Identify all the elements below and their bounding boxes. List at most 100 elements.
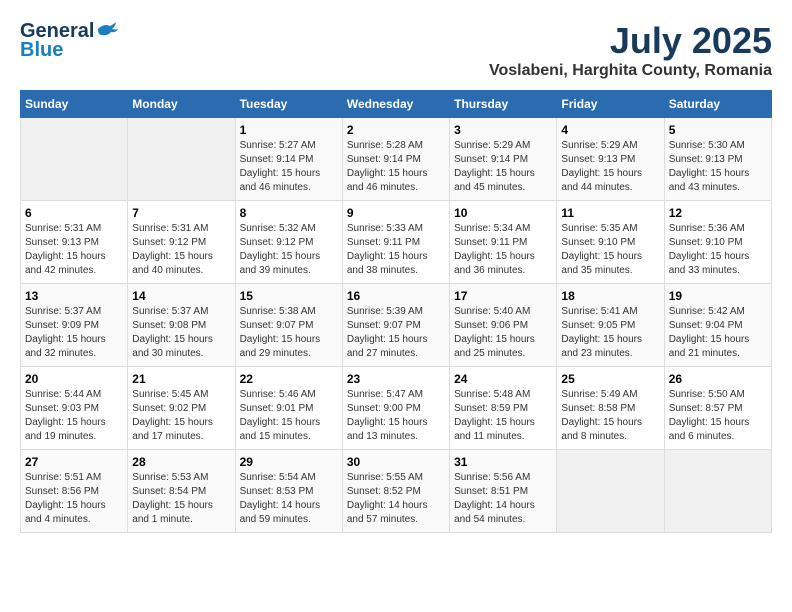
day-number: 30 — [347, 455, 445, 469]
calendar-day-cell: 1 Sunrise: 5:27 AMSunset: 9:14 PMDaylight… — [235, 118, 342, 201]
day-number: 3 — [454, 123, 552, 137]
calendar-day-cell: 11 Sunrise: 5:35 AMSunset: 9:10 PMDayligh… — [557, 201, 664, 284]
day-info: Sunrise: 5:54 AMSunset: 8:53 PMDaylight:… — [240, 471, 338, 527]
day-number: 4 — [561, 123, 659, 137]
day-info: Sunrise: 5:38 AMSunset: 9:07 PMDaylight:… — [240, 305, 338, 361]
day-number: 15 — [240, 289, 338, 303]
day-number: 7 — [132, 206, 230, 220]
calendar-day-cell: 19Sunrise: 5:42 AMSunset: 9:04 PMDayligh… — [664, 284, 771, 367]
calendar-table: SundayMondayTuesdayWednesdayThursdayFrid… — [20, 90, 772, 533]
calendar-day-cell: 10Sunrise: 5:34 AMSunset: 9:11 PMDayligh… — [450, 201, 557, 284]
calendar-day-cell: 26 Sunrise: 5:50 AMSunset: 8:57 PMDayligh… — [664, 367, 771, 450]
calendar-day-cell — [664, 450, 771, 533]
calendar-week-row: 1 Sunrise: 5:27 AMSunset: 9:14 PMDaylight… — [21, 118, 772, 201]
day-number: 31 — [454, 455, 552, 469]
day-number: 14 — [132, 289, 230, 303]
logo-blue-text: Blue — [20, 39, 63, 62]
day-number: 21 — [132, 372, 230, 386]
day-number: 2 — [347, 123, 445, 137]
weekday-header-cell: Sunday — [21, 91, 128, 118]
day-info: Sunrise: 5:35 AMSunset: 9:10 PMDaylight:… — [561, 222, 659, 278]
day-info: Sunrise: 5:37 AMSunset: 9:08 PMDaylight:… — [132, 305, 230, 361]
calendar-day-cell: 2 Sunrise: 5:28 AMSunset: 9:14 PMDaylight… — [342, 118, 449, 201]
day-number: 24 — [454, 372, 552, 386]
day-info: Sunrise: 5:51 AMSunset: 8:56 PMDaylight:… — [25, 471, 123, 527]
day-number: 9 — [347, 206, 445, 220]
day-info: Sunrise: 5:27 AMSunset: 9:14 PMDaylight:… — [240, 139, 338, 195]
day-info: Sunrise: 5:28 AMSunset: 9:14 PMDaylight:… — [347, 139, 445, 195]
calendar-day-cell: 30 Sunrise: 5:55 AMSunset: 8:52 PMDayligh… — [342, 450, 449, 533]
day-number: 23 — [347, 372, 445, 386]
day-number: 20 — [25, 372, 123, 386]
calendar-day-cell: 17 Sunrise: 5:40 AMSunset: 9:06 PMDayligh… — [450, 284, 557, 367]
calendar-day-cell: 20 Sunrise: 5:44 AMSunset: 9:03 PMDayligh… — [21, 367, 128, 450]
calendar-week-row: 20 Sunrise: 5:44 AMSunset: 9:03 PMDayligh… — [21, 367, 772, 450]
day-info: Sunrise: 5:39 AMSunset: 9:07 PMDaylight:… — [347, 305, 445, 361]
day-info: Sunrise: 5:33 AMSunset: 9:11 PMDaylight:… — [347, 222, 445, 278]
day-info: Sunrise: 5:44 AMSunset: 9:03 PMDaylight:… — [25, 388, 123, 444]
day-number: 10 — [454, 206, 552, 220]
weekday-header-row: SundayMondayTuesdayWednesdayThursdayFrid… — [21, 91, 772, 118]
day-info: Sunrise: 5:45 AMSunset: 9:02 PMDaylight:… — [132, 388, 230, 444]
calendar-day-cell: 18Sunrise: 5:41 AMSunset: 9:05 PMDayligh… — [557, 284, 664, 367]
calendar-week-row: 27Sunrise: 5:51 AMSunset: 8:56 PMDayligh… — [21, 450, 772, 533]
calendar-day-cell — [557, 450, 664, 533]
logo: General Blue — [20, 20, 118, 62]
calendar-day-cell: 7Sunrise: 5:31 AMSunset: 9:12 PMDaylight… — [128, 201, 235, 284]
logo-bird-icon — [96, 21, 118, 39]
calendar-day-cell: 8 Sunrise: 5:32 AMSunset: 9:12 PMDaylight… — [235, 201, 342, 284]
calendar-body: 1 Sunrise: 5:27 AMSunset: 9:14 PMDaylight… — [21, 118, 772, 533]
day-info: Sunrise: 5:30 AMSunset: 9:13 PMDaylight:… — [669, 139, 767, 195]
day-number: 29 — [240, 455, 338, 469]
header: General Blue July 2025 Voslabeni, Harghi… — [20, 20, 772, 80]
calendar-week-row: 6Sunrise: 5:31 AMSunset: 9:13 PMDaylight… — [21, 201, 772, 284]
day-number: 13 — [25, 289, 123, 303]
calendar-day-cell: 3 Sunrise: 5:29 AMSunset: 9:14 PMDaylight… — [450, 118, 557, 201]
day-number: 22 — [240, 372, 338, 386]
day-info: Sunrise: 5:47 AMSunset: 9:00 PMDaylight:… — [347, 388, 445, 444]
calendar-day-cell: 12Sunrise: 5:36 AMSunset: 9:10 PMDayligh… — [664, 201, 771, 284]
calendar-week-row: 13 Sunrise: 5:37 AMSunset: 9:09 PMDayligh… — [21, 284, 772, 367]
day-number: 16 — [347, 289, 445, 303]
calendar-day-cell: 14 Sunrise: 5:37 AMSunset: 9:08 PMDayligh… — [128, 284, 235, 367]
day-info: Sunrise: 5:55 AMSunset: 8:52 PMDaylight:… — [347, 471, 445, 527]
calendar-day-cell: 23 Sunrise: 5:47 AMSunset: 9:00 PMDayligh… — [342, 367, 449, 450]
day-info: Sunrise: 5:29 AMSunset: 9:14 PMDaylight:… — [454, 139, 552, 195]
day-number: 11 — [561, 206, 659, 220]
calendar-day-cell: 21 Sunrise: 5:45 AMSunset: 9:02 PMDayligh… — [128, 367, 235, 450]
calendar-day-cell: 25Sunrise: 5:49 AMSunset: 8:58 PMDayligh… — [557, 367, 664, 450]
calendar-day-cell: 16 Sunrise: 5:39 AMSunset: 9:07 PMDayligh… — [342, 284, 449, 367]
weekday-header-cell: Saturday — [664, 91, 771, 118]
day-info: Sunrise: 5:37 AMSunset: 9:09 PMDaylight:… — [25, 305, 123, 361]
day-number: 1 — [240, 123, 338, 137]
day-info: Sunrise: 5:53 AMSunset: 8:54 PMDaylight:… — [132, 471, 230, 527]
weekday-header-cell: Tuesday — [235, 91, 342, 118]
calendar-day-cell: 24 Sunrise: 5:48 AMSunset: 8:59 PMDayligh… — [450, 367, 557, 450]
day-number: 28 — [132, 455, 230, 469]
day-number: 18 — [561, 289, 659, 303]
calendar-day-cell — [128, 118, 235, 201]
calendar-day-cell: 28 Sunrise: 5:53 AMSunset: 8:54 PMDayligh… — [128, 450, 235, 533]
weekday-header-cell: Friday — [557, 91, 664, 118]
day-number: 26 — [669, 372, 767, 386]
calendar-day-cell: 15 Sunrise: 5:38 AMSunset: 9:07 PMDayligh… — [235, 284, 342, 367]
day-info: Sunrise: 5:42 AMSunset: 9:04 PMDaylight:… — [669, 305, 767, 361]
calendar-day-cell: 22Sunrise: 5:46 AMSunset: 9:01 PMDayligh… — [235, 367, 342, 450]
weekday-header-cell: Wednesday — [342, 91, 449, 118]
calendar-day-cell: 9 Sunrise: 5:33 AMSunset: 9:11 PMDaylight… — [342, 201, 449, 284]
day-info: Sunrise: 5:49 AMSunset: 8:58 PMDaylight:… — [561, 388, 659, 444]
location-title: Voslabeni, Harghita County, Romania — [489, 62, 772, 80]
title-area: July 2025 Voslabeni, Harghita County, Ro… — [489, 20, 772, 80]
day-number: 6 — [25, 206, 123, 220]
day-number: 5 — [669, 123, 767, 137]
day-number: 17 — [454, 289, 552, 303]
day-info: Sunrise: 5:50 AMSunset: 8:57 PMDaylight:… — [669, 388, 767, 444]
day-info: Sunrise: 5:40 AMSunset: 9:06 PMDaylight:… — [454, 305, 552, 361]
calendar-day-cell: 4 Sunrise: 5:29 AMSunset: 9:13 PMDaylight… — [557, 118, 664, 201]
day-info: Sunrise: 5:48 AMSunset: 8:59 PMDaylight:… — [454, 388, 552, 444]
day-info: Sunrise: 5:56 AMSunset: 8:51 PMDaylight:… — [454, 471, 552, 527]
month-title: July 2025 — [489, 20, 772, 62]
day-number: 8 — [240, 206, 338, 220]
day-info: Sunrise: 5:29 AMSunset: 9:13 PMDaylight:… — [561, 139, 659, 195]
day-info: Sunrise: 5:32 AMSunset: 9:12 PMDaylight:… — [240, 222, 338, 278]
